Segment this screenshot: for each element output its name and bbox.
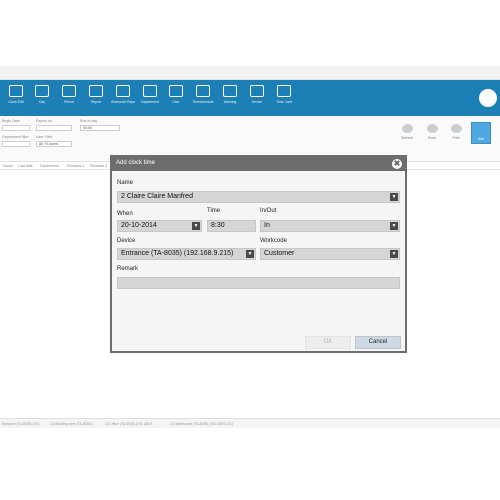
refresh-button[interactable]: Refresh xyxy=(399,124,415,140)
device-select[interactable]: Entrance (TA-8035) (192.168.9.215) ▼ xyxy=(117,248,256,260)
ribbon-device-button[interactable]: Device xyxy=(245,83,269,113)
schedule-icon xyxy=(196,85,210,97)
report-icon xyxy=(116,85,130,97)
dialog-title: Add clock time xyxy=(116,160,156,166)
excel-icon xyxy=(426,124,438,133)
close-icon[interactable]: ✖ xyxy=(392,159,402,169)
department-filter-label: Department filter xyxy=(2,135,29,139)
department-icon xyxy=(143,85,157,97)
print-button[interactable]: Print xyxy=(448,124,464,140)
chevron-down-icon: ▼ xyxy=(390,222,398,230)
dialog-titlebar: Add clock time ✖ xyxy=(112,157,405,171)
name-select[interactable]: 2 Claire Claire Manfred ▼ xyxy=(117,191,400,203)
print-icon xyxy=(450,124,462,133)
ribbon-workcode-report-button[interactable]: Workcode Report xyxy=(111,83,135,113)
end-of-day-label: End of day xyxy=(80,119,98,123)
screen: Clock Edit Day Period Report Workcode Re… xyxy=(0,0,500,500)
workcode-select[interactable]: Customer ▼ xyxy=(260,248,400,260)
when-date-field[interactable]: 20-10-2014 ▼ xyxy=(117,220,202,232)
time-field[interactable]: 8:30 xyxy=(207,220,256,232)
report-icon xyxy=(89,85,103,97)
status-item: Entrance (TA-8035) (192. xyxy=(2,422,41,426)
ribbon-user-button[interactable]: User xyxy=(164,83,188,113)
chevron-down-icon: ▼ xyxy=(390,193,398,201)
add-clock-time-dialog: Add clock time ✖ Name 2 Claire Claire Ma… xyxy=(110,155,407,353)
app-logo-icon xyxy=(479,89,497,107)
ribbon-period-button[interactable]: Period xyxy=(57,83,81,113)
window-titlebar xyxy=(0,66,500,80)
column-header[interactable]: Department xyxy=(40,164,59,168)
ok-button[interactable]: OK xyxy=(305,336,351,349)
ribbon-report-button[interactable]: Report xyxy=(84,83,108,113)
column-header[interactable]: Remarks 2 xyxy=(90,164,107,168)
status-bar: Entrance (TA-8035) (192. (1) Building zo… xyxy=(0,418,500,428)
warning-icon xyxy=(223,85,237,97)
refresh-icon xyxy=(401,124,413,133)
column-header[interactable]: Last date xyxy=(18,164,33,168)
device-icon xyxy=(250,85,264,97)
cancel-button[interactable]: Cancel xyxy=(355,336,401,349)
clock-icon xyxy=(9,85,23,97)
status-item: (1) Warehouse (TA-8035) (192.168.9.211) xyxy=(170,422,233,426)
status-item: (1) Office (TA-8035) (192.168.9. xyxy=(105,422,153,426)
calendar-icon xyxy=(35,85,49,97)
chevron-down-icon: ▼ xyxy=(246,250,254,258)
when-label: When xyxy=(117,211,133,217)
department-filter-select[interactable] xyxy=(2,141,30,147)
in-out-label: In/Out xyxy=(260,208,277,214)
ribbon-timeschedule-button[interactable]: Timeschedule xyxy=(191,83,215,113)
remark-label: Remark xyxy=(117,266,139,272)
add-clock-time-button[interactable]: Add xyxy=(471,122,491,144)
ribbon-day-button[interactable]: Day xyxy=(30,83,54,113)
remark-input[interactable] xyxy=(117,277,400,289)
name-label: Name xyxy=(117,180,134,186)
end-of-day-select[interactable]: 00:00 xyxy=(80,125,120,131)
chevron-down-icon: ▼ xyxy=(192,222,200,230)
report-on-select[interactable] xyxy=(36,125,72,131)
time-label: Time xyxy=(207,208,221,214)
ribbon-toolbar: Clock Edit Day Period Report Workcode Re… xyxy=(0,80,500,116)
calendar-icon xyxy=(62,85,76,97)
folder-icon xyxy=(277,85,291,97)
ribbon-warning-button[interactable]: Warning xyxy=(218,83,242,113)
begin-date-label: Begin Date xyxy=(2,119,20,123)
workcode-label: Workcode xyxy=(260,238,287,244)
column-header[interactable]: Remarks 1 xyxy=(67,164,84,168)
status-item: (1) Building zone (TA-8035) ( xyxy=(50,422,94,426)
device-label: Device xyxy=(117,238,136,244)
column-header[interactable]: Name xyxy=(3,164,13,168)
in-out-select[interactable]: In ▼ xyxy=(260,220,400,232)
excel-button[interactable]: Excel xyxy=(424,124,440,140)
user-icon xyxy=(169,85,183,97)
ribbon-time-card-button[interactable]: Time Card xyxy=(272,83,296,113)
ribbon-department-button[interactable]: Department xyxy=(138,83,162,113)
report-on-label: Report on xyxy=(36,119,52,123)
ribbon-clock-edit-button[interactable]: Clock Edit xyxy=(4,83,28,113)
user-filter-label: User Filter xyxy=(36,135,53,139)
user-filter-select[interactable]: All 70 users xyxy=(36,141,72,147)
chevron-down-icon: ▼ xyxy=(390,250,398,258)
begin-date-field[interactable] xyxy=(2,125,30,131)
